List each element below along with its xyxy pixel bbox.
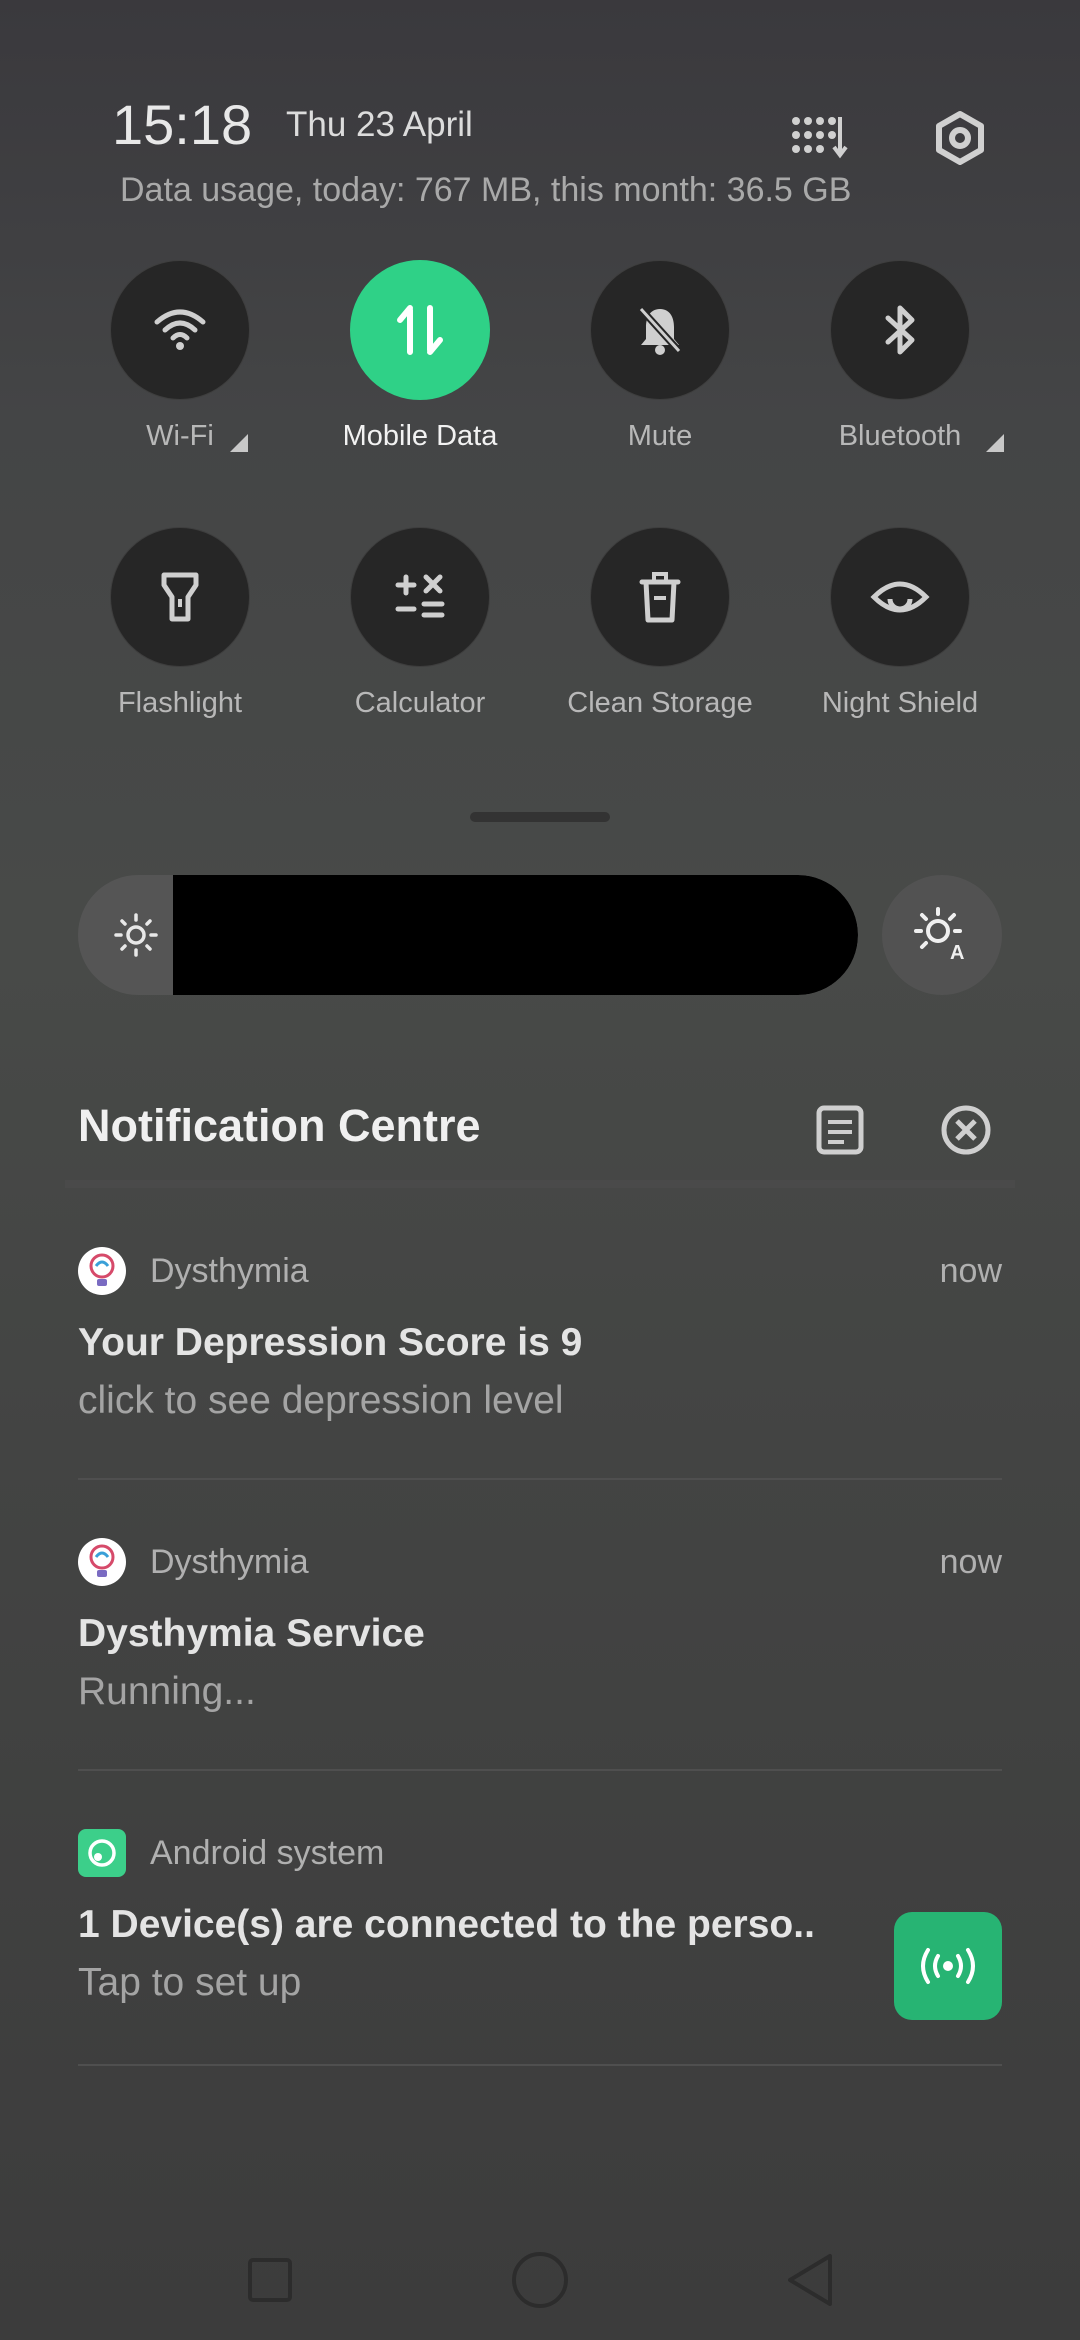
home-button[interactable] (500, 2240, 580, 2320)
notification-item[interactable]: Android system 1 Device(s) are connected… (78, 1829, 1002, 2005)
brightness-slider[interactable] (78, 875, 858, 995)
notification-centre-title: Notification Centre (78, 1100, 481, 1151)
edit-tiles-icon[interactable] (788, 106, 852, 170)
tile-label: Night Shield (821, 687, 979, 719)
tile-label: Calculator (354, 687, 486, 719)
tile-calculator[interactable]: Calculator (300, 527, 540, 720)
mute-bell-icon[interactable] (590, 260, 730, 400)
notification-body: Running... (78, 1670, 256, 1713)
brightness-track[interactable] (173, 875, 858, 995)
dysthymia-app-icon (78, 1247, 126, 1295)
clock-time: 15:18 (112, 93, 253, 156)
tile-label: Clean Storage (567, 687, 753, 719)
tile-clean-storage[interactable]: Clean Storage (540, 527, 780, 720)
notification-body: click to see depression level (78, 1379, 564, 1422)
tile-label: Wi-Fi (146, 420, 214, 452)
auto-brightness-icon: A (914, 907, 964, 963)
notification-title: 1 Device(s) are connected to the perso.. (78, 1903, 815, 1946)
notification-time: now (939, 1542, 1002, 1581)
mobile-data-icon[interactable] (350, 260, 490, 400)
triangle-back-icon (788, 2254, 832, 2306)
tile-mute[interactable]: Mute (540, 260, 780, 453)
notification-app-name: Dysthymia (150, 1542, 309, 1581)
tile-bluetooth[interactable]: Bluetooth (780, 260, 1020, 453)
trash-icon[interactable] (590, 527, 730, 667)
clear-all-icon[interactable] (934, 1098, 998, 1162)
recent-apps-button[interactable] (230, 2240, 310, 2320)
tile-label: Bluetooth (838, 420, 962, 452)
tile-mobile-data[interactable]: Mobile Data (300, 260, 540, 453)
tile-wifi[interactable]: Wi-Fi (60, 260, 300, 453)
android-system-icon (78, 1829, 126, 1877)
notification-time: now (939, 1251, 1002, 1290)
separator (78, 1769, 1002, 1771)
svg-text:A: A (950, 942, 964, 963)
expand-triangle-icon[interactable] (986, 434, 1004, 452)
notification-title: Your Depression Score is 9 (78, 1321, 583, 1364)
eye-icon[interactable] (830, 527, 970, 667)
tile-night-shield[interactable]: Night Shield (780, 527, 1020, 720)
divider (65, 1180, 1015, 1188)
notification-app-name: Android system (150, 1833, 385, 1872)
notification-app-name: Dysthymia (150, 1251, 309, 1290)
circle-icon (512, 2252, 568, 2308)
tile-flashlight[interactable]: Flashlight (60, 527, 300, 720)
separator (78, 1478, 1002, 1480)
expand-triangle-icon[interactable] (230, 434, 248, 452)
notification-title: Dysthymia Service (78, 1612, 425, 1655)
separator (78, 2064, 1002, 2066)
flashlight-icon[interactable] (110, 527, 250, 667)
auto-brightness-button[interactable]: A (882, 875, 1002, 995)
notification-item[interactable]: Dysthymia now Dysthymia Service Running.… (78, 1538, 1002, 1714)
brightness-sun-icon (114, 913, 158, 957)
tile-label: Mute (627, 420, 693, 452)
hotspot-icon (921, 1948, 975, 1984)
drag-handle[interactable] (470, 812, 610, 822)
notification-settings-icon[interactable] (808, 1098, 872, 1162)
notification-body: Tap to set up (78, 1961, 302, 2004)
wifi-icon[interactable] (110, 260, 250, 400)
settings-gear-icon[interactable] (928, 106, 992, 170)
tile-label: Flashlight (117, 687, 243, 719)
hotspot-action-button[interactable] (894, 1912, 1002, 2020)
back-button[interactable] (770, 2240, 850, 2320)
tile-label: Mobile Data (342, 420, 498, 452)
date-label: Thu 23 April (286, 105, 473, 144)
notification-item[interactable]: Dysthymia now Your Depression Score is 9… (78, 1247, 1002, 1423)
dysthymia-app-icon (78, 1538, 126, 1586)
bluetooth-icon[interactable] (830, 260, 970, 400)
calculator-icon[interactable] (350, 527, 490, 667)
square-icon (248, 2258, 292, 2302)
data-usage-text[interactable]: Data usage, today: 767 MB, this month: 3… (120, 171, 851, 210)
